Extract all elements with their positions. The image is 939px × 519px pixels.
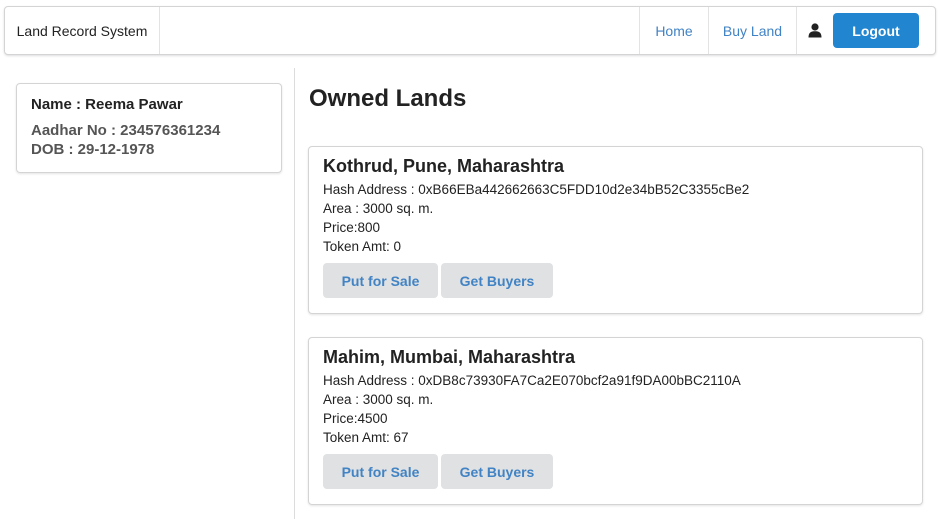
nav-home-link[interactable]: Home	[639, 7, 708, 54]
brand-title[interactable]: Land Record System	[5, 7, 160, 54]
logout-wrapper: Logout	[833, 7, 935, 54]
land-card: Mahim, Mumbai, Maharashtra Hash Address …	[308, 337, 923, 505]
page-title: Owned Lands	[309, 85, 467, 112]
land-location: Kothrud, Pune, Maharashtra	[323, 156, 565, 176]
land-area: Area : 3000 sq. m.	[323, 201, 434, 216]
navbar-spacer	[160, 7, 639, 54]
get-buyers-button[interactable]: Get Buyers	[441, 263, 553, 298]
get-buyers-button[interactable]: Get Buyers	[441, 454, 553, 489]
land-token-amount: Token Amt: 0	[323, 239, 402, 254]
land-area: Area : 3000 sq. m.	[323, 392, 434, 407]
logout-button[interactable]: Logout	[833, 13, 919, 48]
top-navbar: Land Record System Home Buy Land Logout	[4, 6, 936, 55]
put-for-sale-button[interactable]: Put for Sale	[323, 454, 438, 489]
land-price: Price:4500	[323, 411, 388, 426]
land-actions: Put for Sale Get Buyers	[323, 454, 908, 489]
land-location: Mahim, Mumbai, Maharashtra	[323, 347, 576, 367]
land-hash: Hash Address : 0xB66EBa442662663C5FDD10d…	[323, 182, 750, 197]
profile-name: Name : Reema Pawar	[31, 96, 183, 113]
land-actions: Put for Sale Get Buyers	[323, 263, 908, 298]
profile-dob: DOB : 29-12-1978	[31, 141, 155, 158]
land-token-amount: Token Amt: 67	[323, 430, 409, 445]
land-hash: Hash Address : 0xDB8c73930FA7Ca2E070bcf2…	[323, 373, 741, 388]
put-for-sale-button[interactable]: Put for Sale	[323, 263, 438, 298]
profile-card: Name : Reema Pawar Aadhar No : 234576361…	[16, 83, 282, 173]
vertical-divider	[294, 68, 295, 519]
nav-buy-land-link[interactable]: Buy Land	[708, 7, 797, 54]
land-price: Price:800	[323, 220, 381, 235]
land-card: Kothrud, Pune, Maharashtra Hash Address …	[308, 146, 923, 314]
user-icon	[797, 7, 833, 54]
profile-aadhar: Aadhar No : 234576361234	[31, 122, 221, 139]
